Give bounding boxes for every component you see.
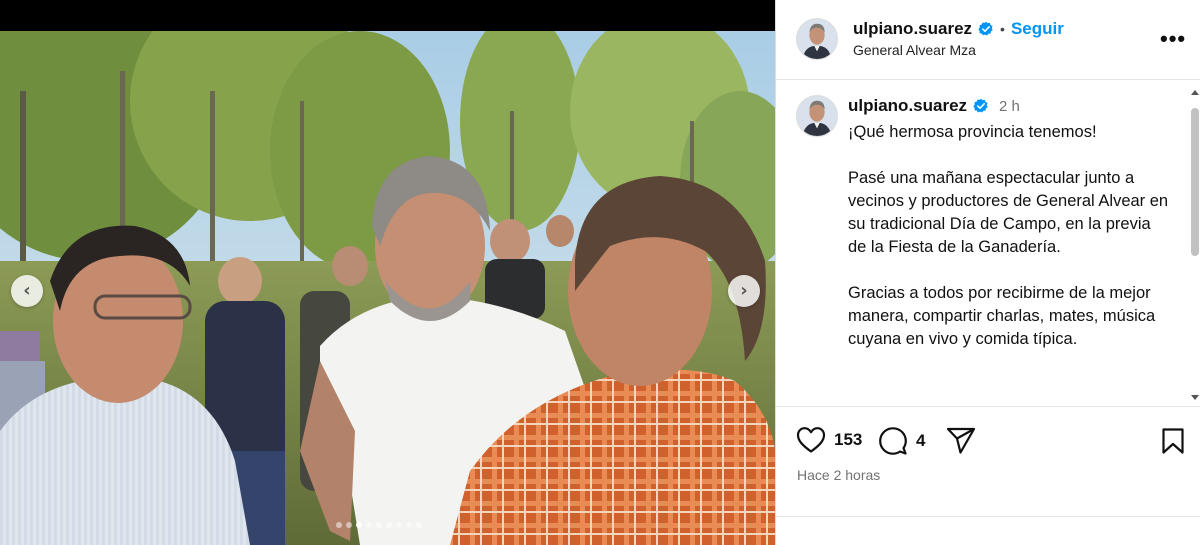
carousel-dot — [336, 522, 342, 528]
chevron-left-icon: ‹ — [23, 280, 31, 301]
follow-button[interactable]: Seguir — [1011, 19, 1064, 39]
caption-user-row: ulpiano.suarez 2 h — [848, 96, 1020, 116]
carousel-next-button[interactable]: › — [728, 275, 760, 307]
actions-bar: 153 4 Hace 2 horas — [776, 406, 1200, 516]
separator-dot: • — [1000, 21, 1005, 37]
comment-count[interactable]: 4 — [916, 431, 925, 451]
carousel-dot — [376, 522, 382, 528]
carousel-dot — [406, 522, 412, 528]
like-count[interactable]: 153 — [834, 430, 862, 450]
verified-badge-icon — [978, 21, 993, 36]
chevron-right-icon: › — [740, 280, 748, 301]
header-user-row: ulpiano.suarez • Seguir — [853, 19, 1064, 39]
caption-text: ¡Qué hermosa provincia tenemos! Pasé una… — [848, 123, 1169, 348]
heart-icon — [796, 427, 826, 453]
post-media: ‹ › — [0, 0, 775, 545]
save-button[interactable] — [1161, 427, 1185, 455]
carousel-prev-button[interactable]: ‹ — [11, 275, 43, 307]
scroll-down-arrow-icon[interactable] — [1191, 395, 1199, 400]
caption-section: ulpiano.suarez 2 h ¡Qué hermosa provinci… — [776, 81, 1200, 406]
carousel-indicator — [336, 522, 422, 528]
carousel-dot — [386, 522, 392, 528]
caption-username[interactable]: ulpiano.suarez — [848, 96, 967, 116]
verified-badge-icon — [973, 98, 988, 113]
avatar[interactable] — [796, 18, 838, 60]
add-comment-area[interactable] — [776, 516, 1200, 545]
scroll-thumb[interactable] — [1191, 108, 1199, 256]
post-photo[interactable] — [0, 31, 775, 545]
comment-bubble-icon — [879, 427, 907, 455]
scroll-up-arrow-icon[interactable] — [1191, 90, 1199, 95]
post-header: ulpiano.suarez • Seguir General Alvear M… — [776, 0, 1200, 80]
username[interactable]: ulpiano.suarez — [853, 19, 972, 39]
caption-scrollbar[interactable] — [1190, 86, 1200, 404]
more-options-icon[interactable]: ••• — [1160, 26, 1186, 52]
carousel-dot — [416, 522, 422, 528]
share-button[interactable] — [946, 427, 976, 455]
comment-button[interactable]: 4 — [878, 426, 925, 456]
carousel-dot — [396, 522, 402, 528]
like-button[interactable]: 153 — [796, 426, 862, 454]
carousel-dot — [366, 522, 372, 528]
post-time[interactable]: 2 h — [999, 98, 1020, 115]
posted-ago[interactable]: Hace 2 horas — [797, 467, 880, 483]
caption-avatar[interactable] — [796, 95, 838, 137]
carousel-dot-active — [356, 522, 362, 528]
location-link[interactable]: General Alvear Mza — [853, 42, 976, 58]
bookmark-icon — [1162, 428, 1184, 454]
post-side-panel: ulpiano.suarez • Seguir General Alvear M… — [775, 0, 1200, 545]
paper-plane-icon — [946, 427, 976, 454]
carousel-dot — [346, 522, 352, 528]
